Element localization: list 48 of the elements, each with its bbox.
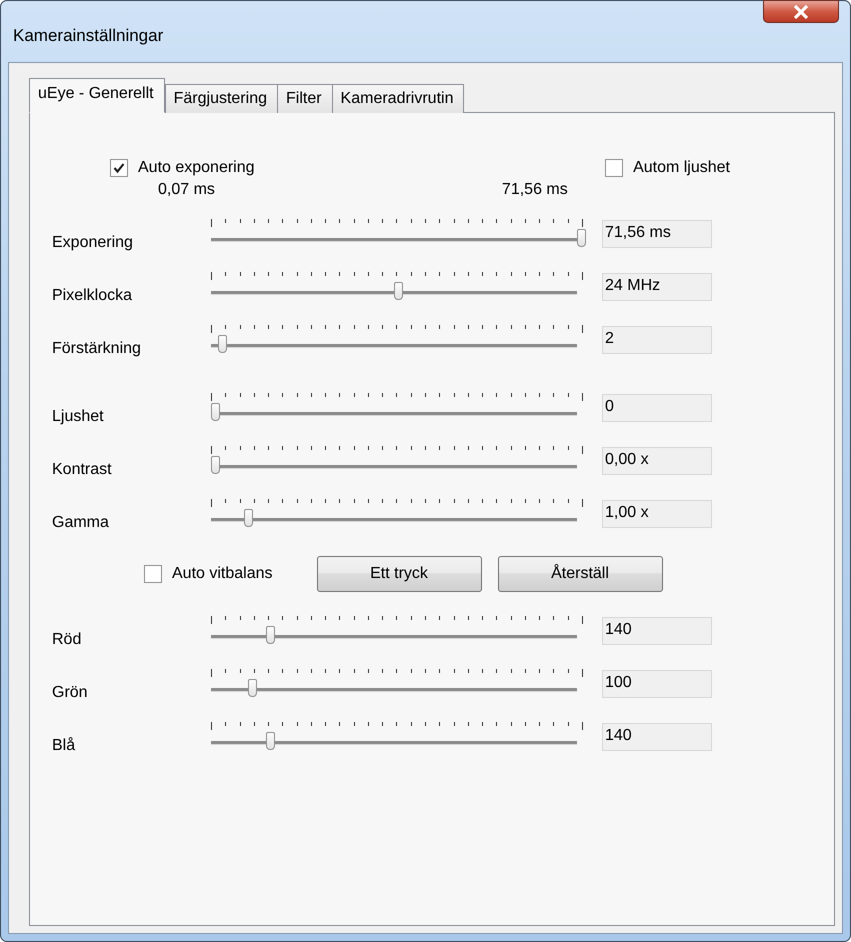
slider-thumb[interactable]	[211, 402, 220, 420]
slider-label: Grön	[52, 682, 89, 702]
value-field[interactable]: 1,00 x	[602, 500, 712, 528]
close-icon	[793, 4, 809, 18]
checkbox[interactable]: Auto vitbalans	[144, 565, 273, 583]
close-button[interactable]	[763, 0, 839, 23]
range-max-label: 71,56 ms	[502, 181, 568, 199]
value-field[interactable]: 71,56 ms	[602, 220, 712, 248]
slider-label: Förstärkning	[52, 338, 142, 358]
value-field[interactable]: 100	[602, 670, 712, 698]
slider-label: Röd	[52, 630, 82, 648]
slider-thumb[interactable]	[266, 626, 275, 644]
range-min-label: 0,07 ms	[158, 181, 215, 199]
tab[interactable]: Kameradrivrutin	[332, 84, 464, 113]
checkbox[interactable]: Auto exponering	[110, 159, 255, 177]
checkbox-box[interactable]	[110, 159, 128, 177]
tab[interactable]: uEye - Generellt	[29, 78, 165, 113]
slider-label: Gamma	[52, 512, 110, 532]
check-icon	[113, 162, 125, 174]
checkbox[interactable]: Autom ljushet	[605, 159, 730, 177]
checkbox-label: Auto vitbalans	[172, 565, 273, 583]
slider-thumb[interactable]	[248, 678, 257, 696]
checkbox-label: Autom ljushet	[633, 159, 730, 177]
tab[interactable]: Filter	[276, 84, 333, 113]
value-field[interactable]: 24 MHz	[602, 272, 712, 300]
slider-label: Kontrast	[52, 460, 113, 478]
tab[interactable]: Färgjustering	[164, 84, 278, 113]
value-field[interactable]: 140	[602, 722, 712, 750]
slider-thumb[interactable]	[211, 456, 220, 474]
slider-thumb[interactable]	[266, 732, 275, 750]
value-field[interactable]: 2	[602, 326, 712, 354]
checkbox-box[interactable]	[605, 159, 624, 177]
slider-thumb[interactable]	[244, 508, 253, 526]
window-title: Kamerainställningar	[13, 26, 164, 46]
value-field[interactable]: 0,00 x	[602, 446, 712, 474]
checkbox-label: Auto exponering	[138, 159, 255, 177]
slider-label: Blå	[52, 736, 76, 754]
value-field[interactable]: 0	[602, 394, 712, 422]
slider-thumb[interactable]	[394, 282, 403, 300]
slider-label: Pixelklocka	[52, 286, 134, 304]
slider-thumb[interactable]	[218, 334, 228, 352]
slider-label: Exponering	[52, 232, 134, 252]
push-button[interactable]: Återställ	[498, 556, 663, 592]
slider-label: Ljushet	[52, 406, 105, 426]
value-field[interactable]: 140	[602, 616, 712, 644]
checkbox-box[interactable]	[144, 565, 162, 583]
push-button[interactable]: Ett tryck	[316, 556, 482, 592]
slider-thumb[interactable]	[577, 228, 586, 246]
